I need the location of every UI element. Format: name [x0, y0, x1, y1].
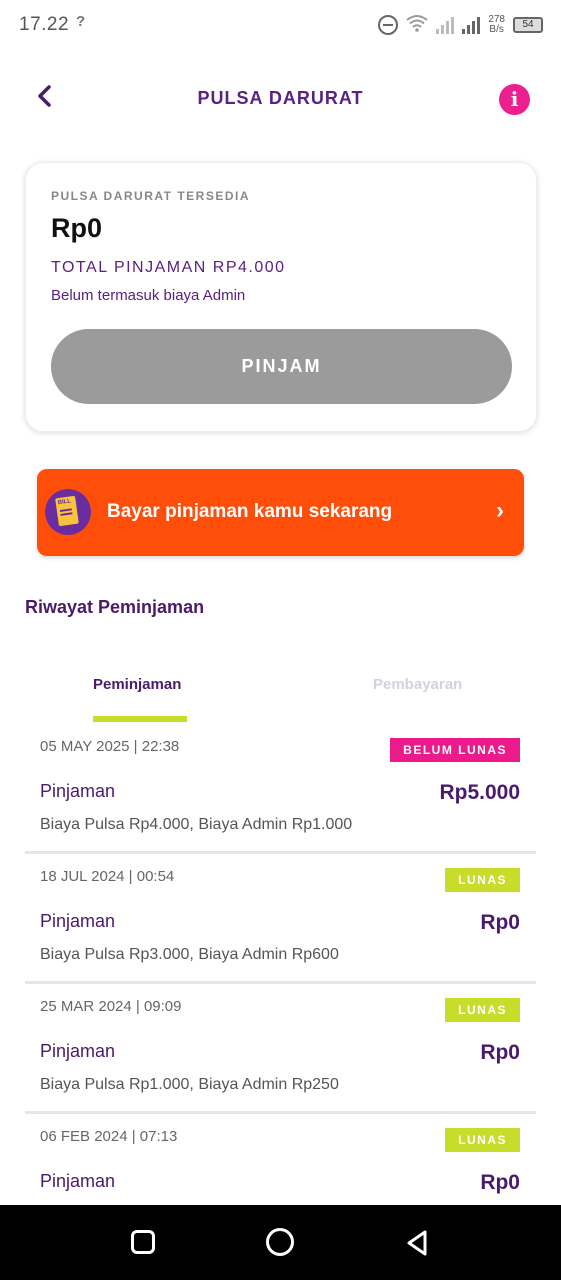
loan-amount: Rp0 [480, 1171, 520, 1194]
recent-apps-icon[interactable] [131, 1230, 155, 1254]
history-tabs: Peminjaman Pembayaran [25, 660, 536, 722]
signal-sim1-icon [436, 16, 455, 34]
nav-back-icon[interactable] [403, 1228, 433, 1258]
status-badge: LUNAS [445, 998, 520, 1022]
list-item[interactable]: 18 JUL 2024 | 00:54 LUNAS Pinjaman Rp0 B… [25, 854, 536, 984]
status-badge: LUNAS [445, 868, 520, 892]
signal-sim2-icon [462, 16, 481, 34]
total-loan-text: TOTAL PINJAMAN RP4.000 [51, 259, 286, 276]
loan-date: 06 FEB 2024 | 07:13 [40, 1128, 178, 1145]
history-title: Riwayat Peminjaman [25, 597, 205, 617]
status-icons: 278 B/s 54 [378, 12, 543, 38]
info-icon[interactable]: i [499, 84, 530, 115]
loan-type: Pinjaman [40, 911, 116, 931]
bill-icon [45, 489, 91, 535]
status-badge: BELUM LUNAS [390, 738, 520, 762]
screen: 17.22 ? 278 B/s 54 PULSA DARURAT i PULSA… [0, 0, 561, 1280]
pay-loan-text: Bayar pinjaman kamu sekarang [107, 501, 393, 522]
loan-description: Biaya Pulsa Rp3.000, Biaya Admin Rp600 [40, 946, 339, 963]
available-credit-label: PULSA DARURAT TERSEDIA [51, 189, 251, 203]
clock: 17.22 [19, 14, 70, 35]
network-speed-unit: B/s [489, 24, 504, 35]
tab-peminjaman[interactable]: Peminjaman [93, 676, 181, 693]
loan-amount: Rp0 [480, 1041, 520, 1064]
loan-date: 18 JUL 2024 | 00:54 [40, 868, 175, 885]
loan-amount: Rp5.000 [439, 781, 520, 804]
chevron-right-icon: › [496, 497, 504, 524]
loan-type: Pinjaman [40, 781, 116, 801]
status-badge: LUNAS [445, 1128, 520, 1152]
home-icon[interactable] [266, 1228, 294, 1256]
battery-icon: 54 [513, 17, 543, 33]
list-item[interactable]: 25 MAR 2024 | 09:09 LUNAS Pinjaman Rp0 B… [25, 984, 536, 1114]
network-speed: 278 B/s [488, 15, 505, 35]
admin-fee-note: Belum termasuk biaya Admin [51, 287, 246, 304]
loan-date: 05 MAY 2025 | 22:38 [40, 738, 180, 755]
system-nav-bar [0, 1205, 561, 1280]
do-not-disturb-icon [378, 15, 399, 35]
active-tab-indicator [93, 716, 187, 722]
emergency-credit-card: PULSA DARURAT TERSEDIA Rp0 TOTAL PINJAMA… [25, 162, 537, 432]
pay-loan-banner[interactable]: Bayar pinjaman kamu sekarang › [37, 469, 524, 556]
wifi-icon [406, 14, 428, 37]
list-item[interactable]: 05 MAY 2025 | 22:38 BELUM LUNAS Pinjaman… [25, 724, 536, 854]
loan-amount: Rp0 [480, 911, 520, 934]
app-header: PULSA DARURAT i [0, 72, 561, 128]
loan-type: Pinjaman [40, 1171, 116, 1191]
tab-pembayaran[interactable]: Pembayaran [373, 676, 462, 693]
loan-history-list: 05 MAY 2025 | 22:38 BELUM LUNAS Pinjaman… [25, 724, 536, 1244]
loan-description: Biaya Pulsa Rp4.000, Biaya Admin Rp1.000 [40, 816, 353, 833]
signal-unknown-icon: ? [76, 13, 86, 30]
loan-date: 25 MAR 2024 | 09:09 [40, 998, 182, 1015]
status-bar: 17.22 ? 278 B/s 54 [0, 0, 561, 50]
loan-description: Biaya Pulsa Rp1.000, Biaya Admin Rp250 [40, 1076, 339, 1093]
page-title: PULSA DARURAT [197, 88, 364, 108]
loan-type: Pinjaman [40, 1041, 116, 1061]
available-credit-amount: Rp0 [51, 213, 103, 243]
borrow-button[interactable]: PINJAM [51, 329, 512, 404]
